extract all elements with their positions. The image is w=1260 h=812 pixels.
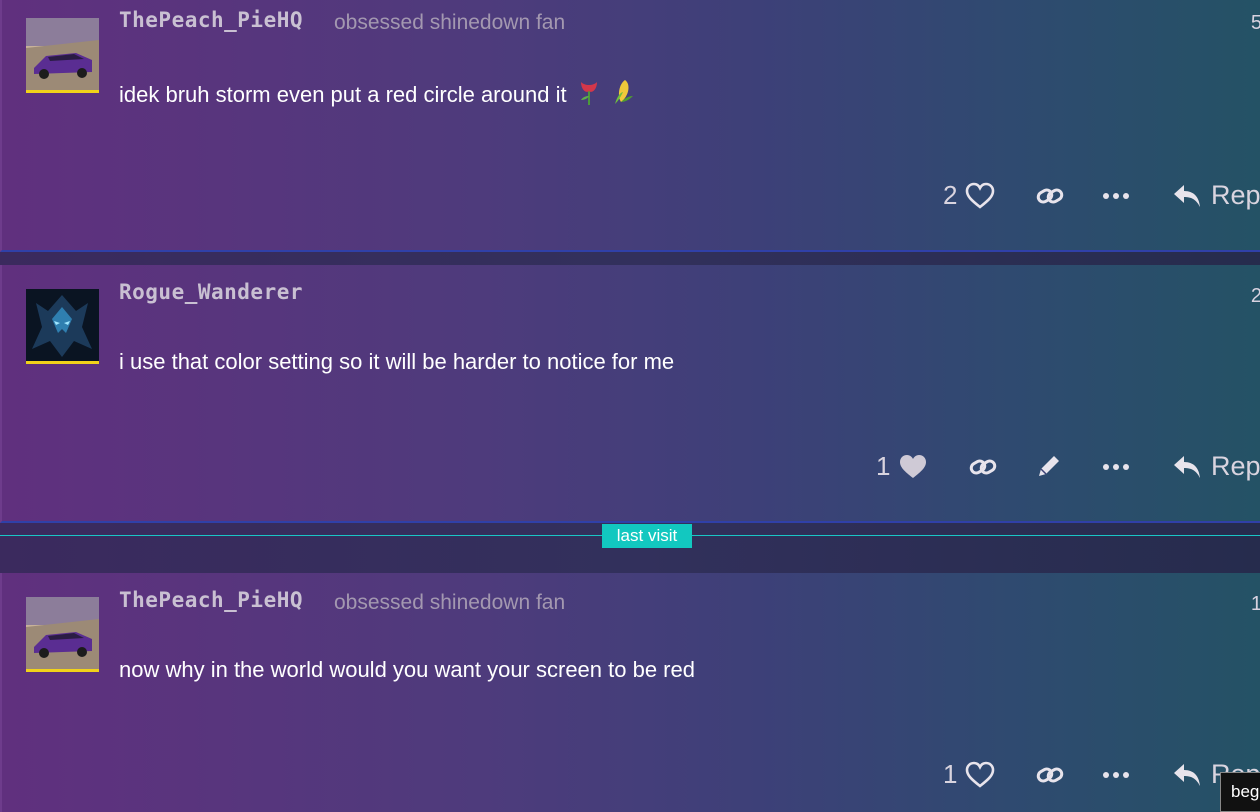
post-content: idek bruh storm even put a red circle ar…	[119, 78, 635, 112]
edit-button[interactable]	[1035, 452, 1063, 480]
reply-arrow-icon	[1174, 184, 1200, 207]
post-text: now why in the world would you want your…	[119, 657, 695, 682]
reply-arrow-icon	[1174, 455, 1200, 478]
post-number[interactable]: 2	[1251, 285, 1260, 308]
corn-emoji	[611, 78, 635, 112]
username[interactable]: ThePeach_PieHQ	[119, 8, 303, 32]
post-number[interactable]: 1	[1251, 593, 1260, 616]
link-icon	[1036, 767, 1064, 783]
pencil-icon	[1039, 456, 1059, 476]
avatar[interactable]	[26, 597, 99, 672]
car-avatar-image	[26, 18, 99, 90]
reply-label: Reply	[1211, 180, 1260, 210]
reply-button[interactable]: Reply	[1173, 180, 1260, 211]
post-1: ThePeach_PieHQ obsessed shinedown fan 5 …	[0, 0, 1260, 252]
heart-outline-icon	[966, 761, 995, 788]
post-3: ThePeach_PieHQ obsessed shinedown fan 1 …	[0, 573, 1260, 812]
post-number[interactable]: 5	[1251, 12, 1260, 35]
heart-outline-icon	[966, 182, 995, 209]
more-button[interactable]	[1103, 771, 1129, 779]
username[interactable]: Rogue_Wanderer	[119, 280, 303, 304]
like-button[interactable]: 2	[943, 180, 995, 211]
more-button[interactable]	[1103, 192, 1129, 200]
reply-label: Reply	[1211, 451, 1260, 481]
last-visit-badge: last visit	[602, 524, 692, 548]
knight-avatar-image	[26, 289, 99, 361]
ellipsis-icon	[1103, 464, 1129, 470]
copy-link-button[interactable]	[969, 455, 997, 479]
ellipsis-icon	[1103, 193, 1129, 199]
ellipsis-icon	[1103, 772, 1129, 778]
more-button[interactable]	[1103, 463, 1129, 471]
user-title: obsessed shinedown fan	[334, 591, 566, 614]
copy-link-button[interactable]	[1036, 184, 1064, 208]
avatar[interactable]	[26, 289, 99, 364]
like-count: 1	[943, 759, 958, 789]
like-button[interactable]: 1	[876, 451, 928, 482]
wilted-flower-emoji	[577, 78, 601, 112]
post-text: i use that color setting so it will be h…	[119, 349, 675, 374]
avatar[interactable]	[26, 18, 99, 93]
user-title: obsessed shinedown fan	[334, 11, 566, 34]
post-content: i use that color setting so it will be h…	[119, 349, 674, 375]
tooltip: beg	[1220, 772, 1260, 812]
link-icon	[969, 459, 997, 475]
username[interactable]: ThePeach_PieHQ	[119, 588, 303, 612]
like-button[interactable]: 1	[943, 759, 995, 790]
heart-filled-icon	[900, 454, 927, 478]
post-content: now why in the world would you want your…	[119, 657, 695, 683]
like-count: 2	[943, 180, 958, 210]
reply-arrow-icon	[1174, 763, 1200, 786]
post-2: Rogue_Wanderer 2 i use that color settin…	[0, 265, 1260, 523]
reply-button[interactable]: Reply	[1173, 451, 1260, 482]
car-avatar-image	[26, 597, 99, 669]
like-count: 1	[876, 451, 891, 481]
link-icon	[1036, 188, 1064, 204]
post-text: idek bruh storm even put a red circle ar…	[119, 82, 567, 107]
post-gap	[0, 252, 1260, 265]
copy-link-button[interactable]	[1036, 763, 1064, 787]
